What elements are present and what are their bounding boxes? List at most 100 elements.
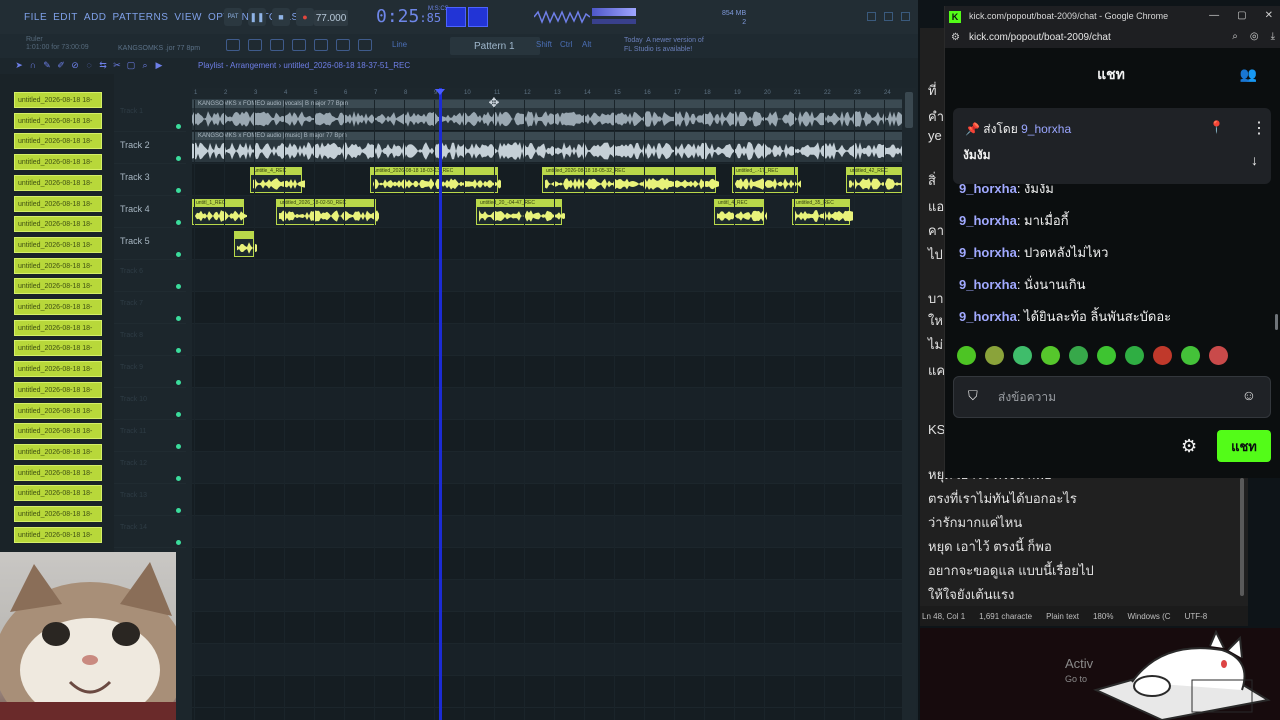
track-header[interactable]: Track 10	[114, 388, 186, 420]
track-lane[interactable]	[192, 580, 902, 612]
mute-icon[interactable]: ◌	[84, 60, 94, 70]
browser-file-item[interactable]: untitled_2026-08-18 18-	[14, 485, 102, 502]
track-lane[interactable]	[192, 356, 902, 388]
track-label[interactable]: Track 8	[120, 332, 143, 339]
metronome-icon[interactable]	[468, 7, 488, 27]
audio-clip[interactable]: untitle_4_REC	[250, 167, 305, 193]
track-lane[interactable]	[192, 676, 902, 708]
audio-clip[interactable]: untitled_2026_18-02-50_REC	[276, 199, 379, 225]
news-ticker[interactable]: Today A newer version of FL Studio is av…	[624, 36, 704, 54]
emote-icon[interactable]	[985, 346, 1004, 365]
master-volume-meter[interactable]	[592, 8, 636, 16]
users-icon[interactable]: 👥	[1240, 66, 1257, 83]
delete-icon[interactable]: ⊘	[70, 60, 80, 70]
track-header[interactable]: Track 14	[114, 516, 186, 548]
track-active-led[interactable]	[176, 380, 181, 385]
chat-message[interactable]: 9_horxha: ได้ยินละท้อ ลิ้นพันสะบัดอะ	[959, 306, 1171, 327]
audio-clip[interactable]: untitled_20_-04-47_REC	[476, 199, 565, 225]
chat-scrollbar[interactable]	[1275, 314, 1278, 330]
audio-clip[interactable]	[234, 231, 257, 257]
track-label[interactable]: Track 11	[120, 428, 146, 435]
menu-file[interactable]: FILE	[24, 12, 47, 23]
track-active-led[interactable]	[176, 508, 181, 513]
track-header[interactable]: Track 5	[114, 228, 186, 260]
arrow-down-icon[interactable]: ↓	[1251, 152, 1258, 168]
browser-file-item[interactable]: untitled_2026-08-18 18-	[14, 154, 102, 171]
browser-file-item[interactable]: untitled_2026-08-18 18-	[14, 526, 102, 543]
browser-file-item[interactable]: untitled_2026-08-18 18-	[14, 236, 102, 253]
download-icon[interactable]: ⤓	[1271, 31, 1275, 42]
scrollbar-thumb[interactable]	[905, 92, 913, 128]
chat-username[interactable]: 9_horxha	[959, 309, 1017, 324]
track-header[interactable]: Track 4	[114, 196, 186, 228]
play-icon[interactable]: ▶	[154, 60, 164, 70]
audio-clip[interactable]: untitled_2026-08-18 18-05-32_REC	[542, 167, 719, 193]
audio-clip[interactable]: untitled_35_REC	[792, 199, 853, 225]
chat-message[interactable]: 9_horxha: นั่งนานเกิน	[959, 274, 1086, 295]
zoom-icon[interactable]: ⌕	[1232, 31, 1238, 42]
track-lane[interactable]	[192, 420, 902, 452]
audio-clip[interactable]: untitl_4_REC	[714, 199, 767, 225]
playhead[interactable]	[439, 88, 442, 720]
track-lane[interactable]	[192, 612, 902, 644]
browser-file-item[interactable]: untitled_2026-08-18 18-	[14, 216, 102, 233]
track-active-led[interactable]	[176, 252, 181, 257]
close-icon[interactable]: ✕	[1265, 10, 1273, 21]
track-label[interactable]: Track 5	[120, 236, 150, 246]
microphone-icon[interactable]	[358, 39, 372, 51]
slip-icon[interactable]: ⇆	[98, 60, 108, 70]
track-label[interactable]: Track 10	[120, 396, 147, 403]
browser-file-item[interactable]: untitled_2026-08-18 18-	[14, 92, 102, 108]
maximize-icon[interactable]: ▢	[1237, 10, 1246, 21]
menu-add[interactable]: ADD	[84, 12, 107, 23]
close-icon[interactable]	[901, 12, 910, 21]
browser-file-item[interactable]: untitled_2026-08-18 18-	[14, 319, 102, 336]
site-info-icon[interactable]: ⚙	[951, 32, 960, 43]
chat-username[interactable]: 9_horxha	[959, 245, 1017, 260]
url-text[interactable]: kick.com/popout/boat-2009/chat	[969, 32, 1111, 43]
menu-edit[interactable]: EDIT	[53, 12, 78, 23]
playlist-arrangement[interactable]: 1 2 3 4 5 6 7 8 9 10 11 12 13 14 15 16 17 18 19 20 21 22 23 24 …	[192, 88, 902, 720]
music-audio-clip[interactable]: KANGSOMKS x FOMEO audio [music] B major …	[192, 132, 902, 162]
browser-file-item[interactable]: untitled_2026-08-18 18-	[14, 195, 102, 212]
track-header[interactable]: Track 12	[114, 452, 186, 484]
eye-off-icon[interactable]: ◎	[1250, 31, 1259, 42]
audio-clip[interactable]: untitl_1_REC	[192, 199, 247, 225]
emote-icon[interactable]	[1069, 346, 1088, 365]
browser-file-item[interactable]: untitled_2026-08-18 18-	[14, 402, 102, 419]
chat-message[interactable]: 9_horxha: ปวดหลังไม่ไหว	[959, 242, 1108, 263]
mode-label-shift[interactable]: Shift	[536, 40, 552, 49]
timeline-ruler[interactable]: 1 2 3 4 5 6 7 8 9 10 11 12 13 14 15 16 17 18 19 20 21 22 23 24	[192, 88, 902, 100]
pinned-username[interactable]: 9_horxha	[1021, 122, 1071, 136]
mixer-icon[interactable]	[248, 39, 262, 51]
track-header[interactable]: Track 8	[114, 324, 186, 356]
track-active-led[interactable]	[176, 540, 181, 545]
browser-file-item[interactable]: untitled_2026-08-18 18-	[14, 381, 102, 398]
track-active-led[interactable]	[176, 444, 181, 449]
settings-gear-icon[interactable]: ⚙	[1181, 436, 1197, 457]
track-active-led[interactable]	[176, 188, 181, 193]
mode-label-alt[interactable]: Alt	[582, 40, 591, 49]
track-active-led[interactable]	[176, 476, 181, 481]
pattern-selector[interactable]: Pattern 1	[450, 37, 540, 55]
track-lane[interactable]	[192, 516, 902, 548]
emote-icon[interactable]	[1209, 346, 1228, 365]
audio-clip[interactable]: untitled_..-17_REC	[732, 167, 801, 193]
emote-icon[interactable]	[1181, 346, 1200, 365]
emote-icon[interactable]	[1041, 346, 1060, 365]
track-label[interactable]: Track 4	[120, 204, 150, 214]
slice-icon[interactable]: ✂	[112, 60, 122, 70]
browser-file-item[interactable]: untitled_2026-08-18 18-	[14, 133, 102, 150]
chat-message[interactable]: 9_horxha: มาเมื่อกี้	[959, 210, 1069, 231]
track-lane[interactable]	[192, 260, 902, 292]
track-lane[interactable]	[192, 228, 902, 260]
browser-file-item[interactable]: untitled_2026-08-18 18-	[14, 506, 102, 522]
track-header[interactable]: Track 7	[114, 292, 186, 324]
emote-icon[interactable]	[1013, 346, 1032, 365]
track-header[interactable]: Track 11	[114, 420, 186, 452]
piano-roll-icon[interactable]	[292, 39, 306, 51]
mode-label-line[interactable]: Line	[392, 40, 407, 49]
pause-icon[interactable]: ❚❚	[248, 8, 266, 26]
track-header[interactable]: Track 13	[114, 484, 186, 516]
browser-file-item[interactable]: untitled_2026-08-18 18-	[14, 464, 102, 481]
